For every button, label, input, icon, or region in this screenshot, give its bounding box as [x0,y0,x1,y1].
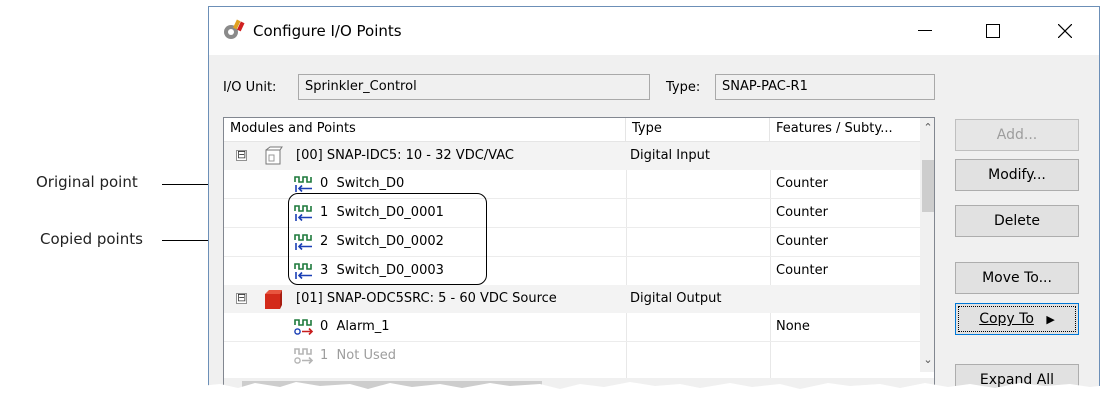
point-features: Counter [776,263,828,278]
add-button[interactable]: Add... [955,119,1079,151]
maximize-icon [986,24,1000,38]
io-unit-field[interactable]: Sprinkler_Control [298,74,650,100]
vertical-scroll-thumb[interactable] [922,160,934,212]
module-name: [01] SNAP-ODC5SRC: 5 - 60 VDC Source [296,291,557,306]
column-header-features[interactable]: Features / Subty... [770,118,920,142]
list-item-point[interactable]: 0 Alarm_1 None [224,313,920,341]
title-bar: Configure I/O Points [209,7,1099,55]
vertical-scrollbar[interactable]: ⌃ ⌄ [920,118,934,372]
point-features: Counter [776,234,828,249]
copied-points-bracket [288,193,487,285]
column-header-modules[interactable]: Modules and Points [224,118,626,142]
close-button[interactable] [1045,15,1085,47]
point-features: Counter [776,205,828,220]
point-features: Counter [776,176,828,191]
column-header-type[interactable]: Type [626,118,770,142]
list-item-module-01[interactable]: ⊟ [01] SNAP-ODC5SRC: 5 - 60 VDC Source D… [224,285,920,313]
minimize-icon [918,30,932,31]
digital-output-module-icon [265,290,282,309]
point-name: 0 Alarm_1 [320,319,390,334]
close-icon [1058,24,1072,38]
minimize-button[interactable] [905,15,945,47]
point-name: 1 Not Used [320,348,396,363]
focus-rect [958,306,1076,332]
list-header: Modules and Points Type Features / Subty… [224,118,920,142]
module-type: Digital Output [630,291,722,306]
delete-button[interactable]: Delete [955,205,1079,237]
type-field[interactable]: SNAP-PAC-R1 [715,74,935,100]
maximize-button[interactable] [973,15,1013,47]
move-to-button[interactable]: Move To... [955,262,1079,294]
modify-button[interactable]: Modify... [955,159,1079,191]
io-unit-label: I/O Unit: [223,80,277,95]
digital-output-point-icon [294,319,314,336]
torn-edge [200,382,1108,397]
gear-app-icon [224,19,245,39]
collapse-icon[interactable]: ⊟ [236,292,247,304]
module-type: Digital Input [630,148,710,163]
point-features: None [776,319,810,334]
list-item-module-00[interactable]: ⊟ [00] SNAP-IDC5: 10 - 32 VDC/VAC Digita… [224,142,920,170]
digital-input-point-icon [294,176,312,193]
type-label: Type: [666,80,701,95]
module-name: [00] SNAP-IDC5: 10 - 32 VDC/VAC [296,148,514,163]
digital-input-module-icon [265,146,283,165]
unused-point-icon [294,348,314,365]
window-title: Configure I/O Points [253,22,402,40]
callout-original-point: Original point [36,173,138,191]
list-item-point-unused[interactable]: 1 Not Used [224,342,920,370]
collapse-icon[interactable]: ⊟ [236,149,247,161]
callout-copied-points: Copied points [40,230,143,248]
scroll-up-icon[interactable]: ⌃ [920,120,934,136]
copy-to-button[interactable]: Copy To ▶ [955,303,1079,335]
scroll-down-icon[interactable]: ⌄ [920,352,934,368]
